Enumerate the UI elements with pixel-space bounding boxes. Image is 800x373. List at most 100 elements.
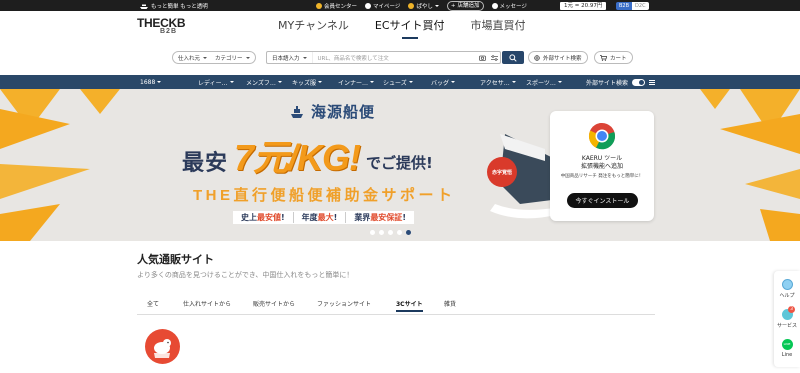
line-icon: LINE: [781, 339, 793, 350]
tab-ec-purchase[interactable]: ECサイト買付: [375, 17, 445, 39]
chevron-down-icon: [157, 81, 162, 83]
banner-offer: でご提供!: [366, 154, 433, 172]
carousel-dot[interactable]: [406, 230, 411, 235]
source-filter[interactable]: 仕入れ元 カテゴリー: [172, 51, 256, 64]
site-category-tabs: 全て 仕入れサイトから 販売サイトから ファッションサイト 3Cサイト 雑貨: [137, 291, 655, 315]
banner-tags: 史上最安値! 年度最大! 業界最安保証!: [233, 211, 414, 224]
site-logo[interactable]: THECKB B2B: [137, 16, 187, 35]
camera-icon[interactable]: [476, 55, 488, 61]
search-scope-select[interactable]: 日本語入力: [267, 52, 313, 63]
carousel-dots: [370, 230, 411, 235]
category-shoes[interactable]: シューズ: [383, 78, 431, 87]
chrome-icon: [588, 123, 616, 150]
section-title: 人気通販サイト: [137, 253, 214, 266]
service-count-badge: 3: [788, 306, 795, 313]
carousel-dot[interactable]: [370, 230, 375, 235]
shop-mascot-icon: [154, 339, 171, 358]
mypage-link[interactable]: マイページ: [365, 2, 400, 10]
floating-support-panel: ヘルプ 3 サービス LINE Line: [774, 271, 800, 367]
mode-d2c[interactable]: D2C: [632, 1, 649, 10]
member-center-link[interactable]: 会員センター: [316, 2, 357, 10]
external-search-toggle[interactable]: [632, 78, 646, 86]
add-store-button[interactable]: + 店舗追加: [446, 0, 484, 11]
ship-icon: [140, 4, 148, 9]
chevron-down-icon: [318, 81, 323, 83]
shop-logo[interactable]: [145, 329, 180, 364]
banner-tag: 業界最安保証!: [354, 213, 406, 222]
tab-misc[interactable]: 雑貨: [444, 299, 456, 308]
top-utility-bar: もっと簡単 もっと透明 会員センター マイページ ぱやし + 店舗追加 メッセージ…: [0, 0, 800, 11]
menu-icon[interactable]: [649, 79, 656, 85]
help-icon: [781, 279, 793, 290]
external-search-toggle-label: 外部サイト検索: [586, 79, 629, 87]
ship-icon: [291, 105, 303, 118]
chevron-down-icon: [229, 81, 234, 83]
search-box[interactable]: 日本語入力 URL、商品名で検索して注文: [266, 51, 501, 64]
cart-button[interactable]: カート: [594, 51, 633, 64]
tab-3c-sites[interactable]: 3Cサイト: [396, 299, 423, 312]
carousel-dot[interactable]: [397, 230, 402, 235]
category-nav: 1688 レディー… メンズフ… キッズ服 インナー… シューズ バッグ アクセ…: [0, 75, 800, 89]
filter-sliders-icon[interactable]: [488, 54, 500, 61]
exchange-rate: 1元 = 20.97円: [560, 1, 607, 10]
category-accessories[interactable]: アクセサ…: [480, 78, 526, 87]
category-1688[interactable]: 1688: [140, 79, 198, 86]
tab-market-purchase[interactable]: 市場直買付: [471, 17, 526, 38]
category-mens[interactable]: メンズフ…: [246, 78, 292, 87]
tab-wholesale-sites[interactable]: 仕入れサイトから: [183, 299, 231, 308]
banner-subtitle: THE直行便船便補助金サポート: [193, 187, 456, 204]
kaeru-extension-card: KAERU ツール 拡張機能へ追加 中国商品リサーチ 発注をもっと簡単に！ 今す…: [550, 111, 654, 221]
bell-icon: [491, 2, 498, 9]
category-ladies[interactable]: レディー…: [198, 78, 246, 87]
tab-all[interactable]: 全て: [147, 299, 159, 308]
category-sports[interactable]: スポーツ…: [526, 78, 571, 87]
chevron-down-icon: [203, 56, 208, 59]
kaeru-title-line2: 拡張機能へ追加: [580, 163, 623, 170]
globe-icon: [534, 54, 540, 61]
service-button[interactable]: 3 サービス: [774, 306, 800, 329]
category-kids[interactable]: キッズ服: [292, 78, 338, 87]
kaeru-description: 中国商品リサーチ 発注をもっと簡単に！: [560, 174, 644, 179]
category-filter-label[interactable]: カテゴリー: [215, 54, 243, 62]
category-bags[interactable]: バッグ: [431, 78, 480, 87]
install-button[interactable]: 今すぐインストール: [567, 193, 638, 208]
search-icon: [509, 53, 517, 62]
search-button[interactable]: [502, 51, 524, 64]
chevron-down-icon: [451, 81, 456, 83]
tab-retail-sites[interactable]: 販売サイトから: [253, 299, 295, 308]
help-label: ヘルプ: [779, 293, 795, 299]
account-menu[interactable]: ぱやし: [408, 2, 439, 10]
tab-my-channel[interactable]: MYチャンネル: [278, 17, 349, 38]
category-inner[interactable]: インナー…: [338, 78, 383, 87]
external-search-button[interactable]: 外部サイト検索: [528, 51, 588, 64]
carousel-dot[interactable]: [388, 230, 393, 235]
user-icon: [365, 2, 372, 9]
source-filter-label: 仕入れ元: [178, 55, 201, 62]
promo-banner[interactable]: 海源船便 最安 7元/KG! でご提供! 赤字覚悟 THE直行便船便補助金サポー…: [0, 89, 800, 241]
section-subtitle: より多くの商品を見つけることができ、中国仕入れをもっと簡単に！: [137, 271, 354, 279]
messages-link[interactable]: メッセージ: [491, 2, 527, 10]
search-row: 仕入れ元 カテゴリー 日本語入力 URL、商品名で検索して注文 外部サイト検索 …: [0, 51, 800, 65]
cart-label: カート: [610, 55, 627, 62]
search-input[interactable]: URL、商品名で検索して注文: [313, 54, 476, 62]
mode-switch[interactable]: B2B D2C: [616, 1, 649, 10]
crown-icon: [316, 2, 322, 9]
banner-title-text: 海源船便: [311, 103, 376, 121]
cart-icon: [600, 54, 607, 61]
external-search-label: 外部サイト検索: [543, 55, 582, 62]
line-label: Line: [781, 352, 793, 358]
help-button[interactable]: ヘルプ: [774, 279, 800, 299]
banner-title: 海源船便: [289, 101, 375, 122]
mode-b2b[interactable]: B2B: [616, 1, 633, 10]
banner-tag: 年度最大!: [294, 212, 347, 223]
line-button[interactable]: LINE Line: [774, 339, 800, 358]
banner-price: 7元/KG!: [234, 137, 361, 178]
main-tabs: MYチャンネル ECサイト買付 市場直買付: [278, 17, 526, 39]
banner-headline: 最安 7元/KG! でご提供!: [182, 129, 433, 181]
service-label: サービス: [776, 323, 797, 329]
tab-fashion-sites[interactable]: ファッションサイト: [317, 299, 371, 308]
chevron-down-icon: [370, 81, 375, 83]
banner-badge: 赤字覚悟: [487, 157, 517, 187]
banner-lead: 最安: [182, 151, 229, 176]
carousel-dot[interactable]: [379, 230, 384, 235]
